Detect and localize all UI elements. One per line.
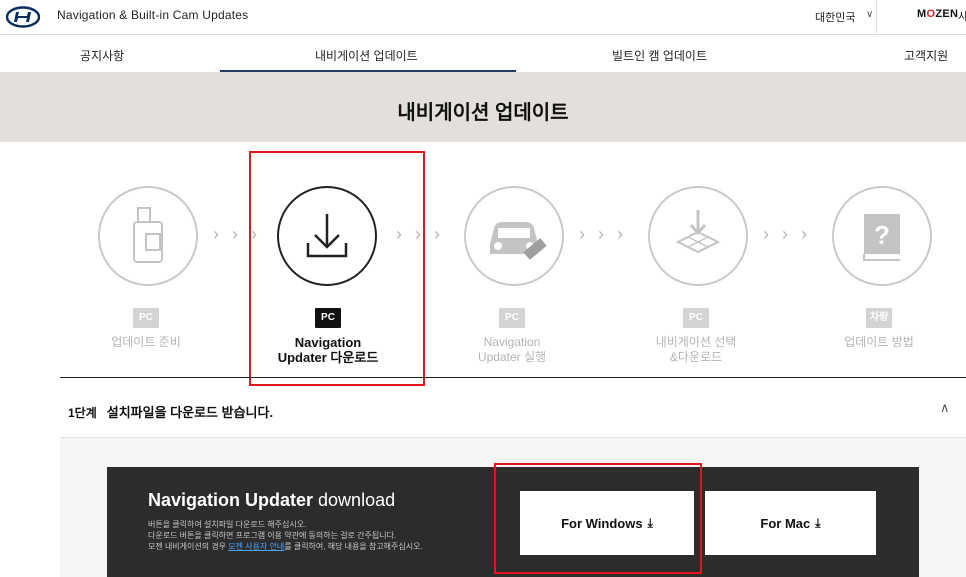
hyundai-logo[interactable] (6, 6, 40, 28)
svg-text:?: ? (874, 220, 890, 250)
chevron-down-icon[interactable]: ∨ (866, 9, 873, 20)
step-5-badge: 차량 (866, 308, 892, 328)
download-icon: ⤓ (815, 515, 821, 530)
download-description: 버튼을 클릭하여 설치파일 다운로드 해주십시오. 다운로드 버튼을 클릭하면 … (148, 520, 423, 551)
nav-item-navigation-update[interactable]: 내비게이션 업데이트 (315, 47, 418, 64)
step-1-label: 업데이트 준비 (111, 335, 181, 349)
step-arrow: › › › (763, 224, 811, 244)
download-mac-button[interactable]: For Mac ⤓ (705, 491, 876, 555)
windows-button-highlight-box (494, 463, 702, 574)
mozen-brand-logo[interactable]: MOZEN (917, 8, 958, 20)
main-nav: 공지사항 내비게이션 업데이트 빌트인 캠 업데이트 고객지원 (0, 36, 966, 72)
usb-drive-icon (133, 207, 163, 263)
step-4-badge: PC (683, 308, 709, 328)
car-usb-icon (490, 222, 547, 260)
page-banner: 내비게이션 업데이트 (0, 72, 966, 142)
header-divider (876, 0, 877, 35)
map-download-icon (675, 210, 721, 254)
section-divider (60, 377, 966, 378)
page-title: 내비게이션 업데이트 (397, 102, 569, 124)
step-1-circle[interactable] (98, 186, 198, 286)
top-header: Navigation & Built-in Cam Updates 대한민국 ∨… (0, 0, 966, 35)
step-5-circle[interactable]: ? (832, 186, 932, 286)
site-title[interactable]: Navigation & Built-in Cam Updates (57, 8, 248, 22)
nav-item-notice[interactable]: 공지사항 (80, 47, 124, 64)
step-5-label: 업데이트 방법 (844, 335, 914, 349)
step-2-highlight-box (249, 151, 425, 386)
step-3-badge: PC (499, 308, 525, 328)
mozen-user-guide-link[interactable]: 모젠 사용자 안내 (228, 542, 284, 551)
nav-item-support[interactable]: 고객지원 (904, 47, 948, 64)
nav-item-builtin-cam-update[interactable]: 빌트인 캠 업데이트 (612, 47, 707, 64)
section-1-header[interactable]: 1단계 설치파일을 다운로드 받습니다. (68, 402, 273, 421)
language-selector[interactable]: 대한민국 (815, 9, 855, 25)
step-arrow: › › › (579, 224, 627, 244)
manual-book-icon: ? (863, 214, 900, 261)
step-3-circle[interactable] (464, 186, 564, 286)
brand-extra-text[interactable]: 사 (958, 8, 966, 24)
step-1-badge: PC (133, 308, 159, 328)
step-4-circle[interactable] (648, 186, 748, 286)
step-3-label: Navigation Updater 실행 (477, 335, 547, 364)
step-4-label: 내비게이션 선택 &다운로드 (655, 335, 737, 364)
chevron-up-icon[interactable]: ∧ (940, 400, 950, 416)
download-title: Navigation Updater download (148, 490, 396, 510)
